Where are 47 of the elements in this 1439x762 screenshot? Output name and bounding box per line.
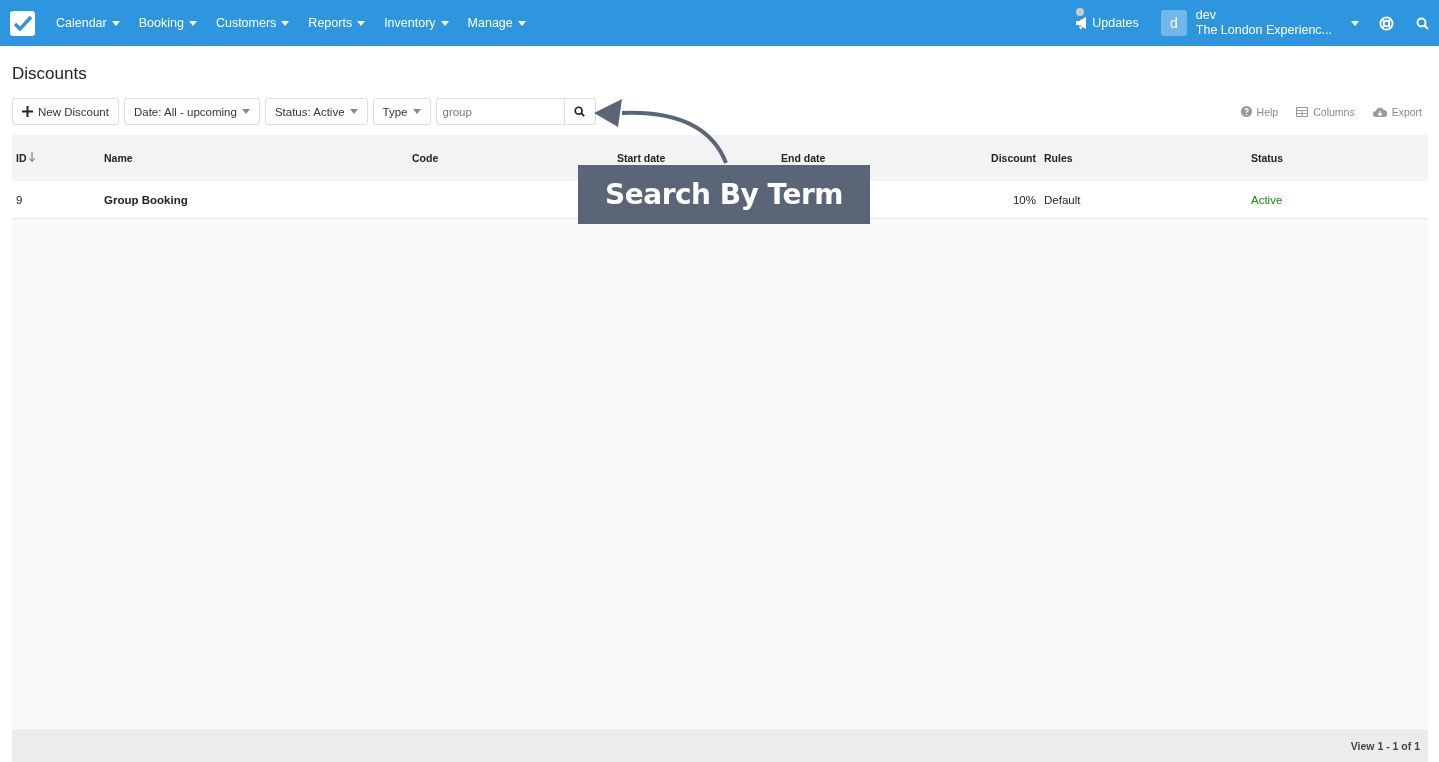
search-button[interactable]	[564, 98, 596, 125]
search-field[interactable]: group	[435, 98, 565, 125]
discount-value: 10%	[1012, 193, 1036, 206]
column-header[interactable]: Start date	[617, 152, 666, 164]
caret-icon	[111, 21, 120, 27]
column-header[interactable]: End date	[781, 152, 826, 164]
plus-icon	[22, 106, 33, 117]
filter-dropdown[interactable]: Status: Active	[264, 98, 368, 125]
new-discount-button[interactable]: New Discount	[12, 98, 119, 125]
status-text: Active	[1251, 193, 1283, 206]
discount-name: Group Booking	[104, 193, 188, 206]
notification-dot	[1076, 8, 1085, 16]
caret-icon	[412, 109, 421, 114]
column-header[interactable]: ID	[16, 152, 36, 164]
toolbar-link[interactable]: Export	[1372, 105, 1422, 118]
page-title: Discounts	[12, 64, 88, 84]
caret-icon	[517, 21, 526, 27]
column-header[interactable]: Code	[412, 152, 439, 164]
help-icon[interactable]	[1379, 15, 1394, 31]
toolbar-link[interactable]: Columns	[1296, 105, 1355, 118]
column-header[interactable]: Status	[1251, 152, 1284, 164]
column-header[interactable]: Name	[104, 152, 133, 164]
help-icon	[1240, 106, 1252, 117]
cloud-download-icon	[1372, 106, 1387, 117]
caret-icon	[281, 21, 290, 27]
toolbar-link[interactable]: Help	[1240, 105, 1279, 118]
caret-icon	[1351, 20, 1359, 26]
column-header[interactable]: Rules	[1044, 152, 1073, 164]
filter-dropdown[interactable]: Date: All - upcoming	[123, 98, 260, 125]
columns-icon	[1296, 106, 1309, 117]
pager-text: View 1 - 1 of 1	[1350, 739, 1420, 752]
user-name: dev	[1195, 8, 1217, 23]
filter-dropdown[interactable]: Type	[372, 98, 431, 125]
caret-icon	[440, 21, 449, 27]
company-name: The London Experienc...	[1195, 23, 1332, 38]
caret-icon	[241, 109, 250, 114]
logo-icon[interactable]	[10, 10, 35, 36]
rules-cell: Default	[1044, 193, 1081, 206]
caret-icon	[349, 109, 358, 114]
caret-icon	[188, 21, 197, 27]
search-icon	[574, 106, 585, 117]
column-header[interactable]: Discount	[991, 152, 1036, 164]
caret-icon	[357, 21, 366, 27]
callout-tooltip: Search By Term	[578, 165, 870, 224]
cell-id: 9	[16, 193, 23, 206]
search-icon[interactable]	[1416, 16, 1429, 30]
sort-arrow-icon	[29, 152, 36, 162]
